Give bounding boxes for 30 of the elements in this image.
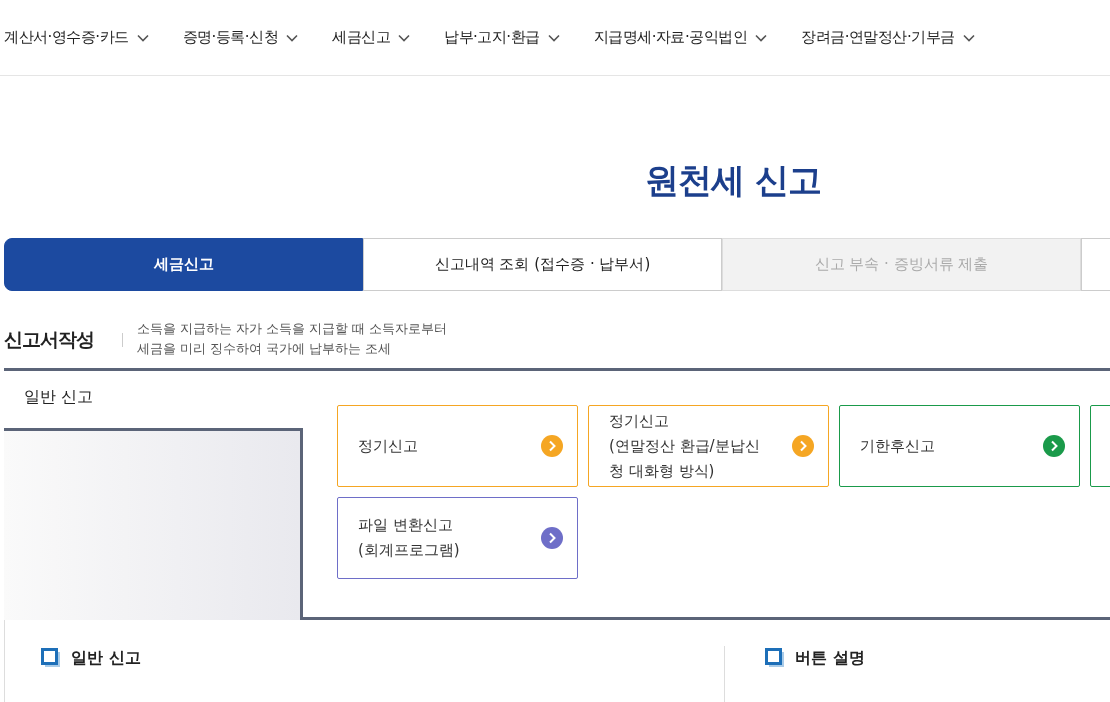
section-title: 신고서작성 bbox=[4, 327, 95, 352]
menu-item[interactable]: 증명·등록·신청 bbox=[182, 26, 299, 49]
tab[interactable]: 신고내역 조회 (접수증 · 납부서) bbox=[363, 238, 722, 291]
page-title: 원천세 신고 bbox=[645, 159, 821, 202]
subsection-title: 일반 신고 bbox=[71, 647, 141, 669]
filing-card[interactable]: 정기신고 bbox=[337, 405, 578, 487]
chevron-down-icon bbox=[286, 33, 299, 42]
menu-item[interactable]: 세금신고 bbox=[332, 26, 411, 49]
square-bullet-icon bbox=[765, 648, 785, 668]
chevron-down-icon bbox=[136, 33, 149, 42]
section-description: 소득을 지급하는 자가 소득을 지급할 때 소득자로부터 세금을 미리 징수하여 국가에 납부하는 조세 bbox=[137, 320, 447, 358]
chevron-down-icon bbox=[962, 33, 975, 42]
subsection-title: 버튼 설명 bbox=[795, 647, 865, 669]
filing-card[interactable]: 파일 변환신고 (회계프로그램) bbox=[337, 497, 578, 579]
chevron-down-icon bbox=[755, 33, 768, 42]
arrow-circle-icon bbox=[541, 527, 563, 549]
square-bullet-icon bbox=[41, 648, 61, 668]
menu-item[interactable]: 지급명세·자료·공익법인 bbox=[593, 26, 768, 49]
filing-card[interactable]: 기한후신고 bbox=[839, 405, 1080, 487]
arrow-circle-icon bbox=[792, 435, 814, 457]
chevron-down-icon bbox=[398, 33, 411, 42]
panel-tab[interactable]: 일반 신고 bbox=[24, 387, 94, 406]
menu-item[interactable]: 계산서·영수증·카드 bbox=[4, 26, 149, 49]
chevron-down-icon bbox=[547, 33, 560, 42]
tab[interactable]: 세금신고 bbox=[4, 238, 363, 291]
filing-card[interactable]: 정기신고 (연말정산 환급/분납신 청 대화형 방식) bbox=[588, 405, 829, 487]
menu-item[interactable]: 장려금·연말정산·기부금 bbox=[801, 26, 975, 49]
arrow-circle-icon bbox=[541, 435, 563, 457]
arrow-circle-icon bbox=[1043, 435, 1065, 457]
menu-item[interactable]: 납부·고지·환급 bbox=[444, 26, 560, 49]
